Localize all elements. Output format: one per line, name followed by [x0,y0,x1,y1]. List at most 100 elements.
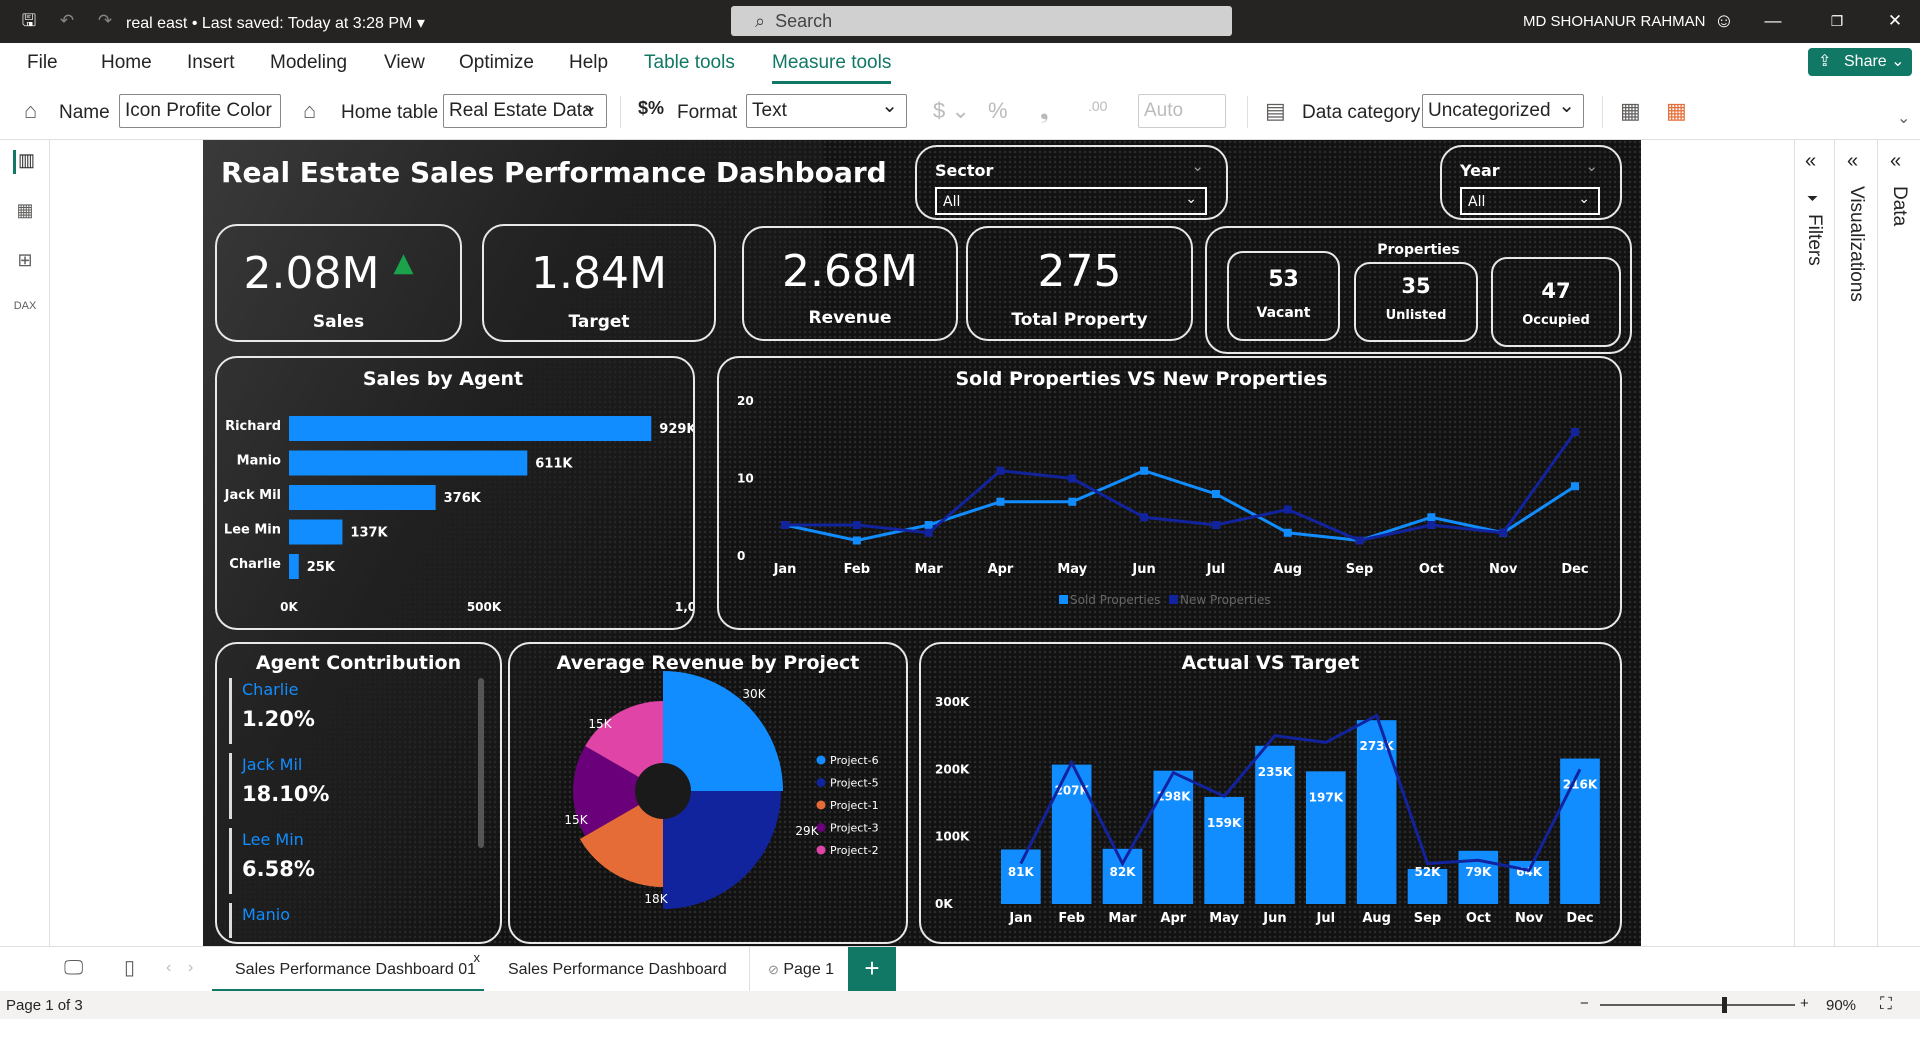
file-name[interactable]: real east • Last saved: Today at 3:28 PM… [126,13,425,33]
scrollbar[interactable] [478,678,484,848]
tab-view[interactable]: View [384,52,425,74]
zoom-slider-thumb[interactable] [1722,997,1727,1013]
data-category-select[interactable]: Uncategorized [1422,90,1584,128]
actual-vs-target-card[interactable]: Actual VS Target 0K 100K 200K 300K 81K Jan 207… [919,642,1622,944]
undo-icon[interactable]: ↶ [56,10,78,32]
agent-contribution-item[interactable]: Manio [229,903,469,938]
tab-measure-tools[interactable]: Measure tools [772,52,892,84]
dax-query-icon[interactable]: DAX [13,300,37,324]
prev-page-icon[interactable]: ‹ [166,959,171,977]
model-view-icon[interactable]: ⊞ [13,250,37,274]
agent-contribution-item[interactable]: Lee Min 6.58% [229,828,469,894]
year-slicer[interactable]: Year ⌄ All ⌄ [1440,145,1622,220]
report-view-icon[interactable]: ▥ [13,150,37,174]
chevron-down-icon[interactable]: ⌄ [1585,157,1598,175]
page-tab-dashboard-02[interactable]: Sales Performance Dashboard 02 [484,947,750,1023]
desktop-layout-icon[interactable]: 🖵 [64,957,83,980]
data-category-icon: ▤ [1265,98,1286,123]
tab-help[interactable]: Help [569,52,608,74]
visualizations-pane[interactable]: « Visualizations [1834,140,1877,946]
legend-label: Project-6 [830,754,879,767]
decimal-places-field[interactable]: Auto [1138,94,1226,128]
currency-icon[interactable]: $ ⌄ [933,98,970,124]
legend-swatch [816,845,826,855]
expand-icon[interactable]: « [1890,150,1901,173]
agent-contribution-list[interactable]: Charlie 1.20% Jack Mil 18.10% Lee Min 6.58% Ma… [229,678,479,938]
x-tick-label: Oct [1419,562,1444,577]
search-input[interactable]: ⌕ Search [731,6,1232,36]
page-tab-page-1[interactable]: ⊘ Page 1 [750,947,848,992]
tab-optimize[interactable]: Optimize [459,52,534,74]
format-select[interactable]: Text [746,90,907,128]
percent-icon[interactable]: % [988,98,1008,124]
chevron-down-icon[interactable]: ⌄ [1191,157,1204,175]
unlisted-card[interactable]: 35 Unlisted [1354,262,1478,342]
total-property-kpi-card[interactable]: 275 Total Property [966,226,1193,341]
series-point [1571,482,1579,491]
unlisted-value: 35 [1401,274,1431,298]
series-point [1140,513,1149,522]
mobile-layout-icon[interactable]: ▯ [124,955,135,980]
expand-icon[interactable]: « [1847,150,1858,173]
avatar-icon[interactable]: ☺ [1713,10,1735,32]
data-label: Data [1889,186,1910,227]
agent-contribution-title: Agent Contribution [255,652,462,674]
bar-value-label: 235K [1258,765,1293,779]
sales-by-agent-card[interactable]: Sales by Agent Richard 929K Manio 611K Jack … [215,356,695,630]
agent-name-label: Jack Mil [224,488,281,503]
tab-insert[interactable]: Insert [187,52,235,74]
collapse-ribbon-icon[interactable]: ⌄ [1897,108,1910,128]
sector-dropdown[interactable]: All ⌄ [935,187,1207,215]
revenue-kpi-card[interactable]: 2.68M Revenue [742,226,958,341]
name-field[interactable]: Icon Profite Color [119,94,281,128]
home-table-select[interactable]: Real Estate Data [443,90,607,128]
tab-table-tools[interactable]: Table tools [644,52,735,74]
save-icon[interactable]: 🖫 [18,10,40,32]
agent-contribution-item[interactable]: Jack Mil 18.10% [229,753,469,819]
close-tab-icon[interactable]: x [474,935,481,980]
legend-swatch [816,800,826,810]
restore-icon[interactable]: ❐ [1826,10,1848,32]
sold-vs-new-card[interactable]: Sold Properties VS New Properties 0 10 20 J… [717,356,1622,630]
avg-revenue-chart: 30K 29K 18K 15K 15K Project-6 Project-5 Project… [564,671,879,909]
zoom-slider[interactable] [1600,1004,1795,1006]
x-tick-label: Jun [1131,562,1155,577]
calculator-icon[interactable]: ▦ [1620,98,1641,124]
comma-icon[interactable]: ❟ [1040,98,1049,124]
filters-pane[interactable]: « ⏷ Filters [1794,140,1834,946]
share-button[interactable]: ⇪ Share ⌄ [1808,48,1912,76]
sales-kpi-card[interactable]: 2.08M ▲ Sales [215,224,462,342]
format-label: Format [677,102,738,123]
decimal-icon[interactable]: .00 [1088,98,1107,114]
expand-icon[interactable]: « [1805,150,1816,173]
format-icon: $% [638,98,665,118]
tab-file[interactable]: File [27,52,58,74]
year-dropdown[interactable]: All ⌄ [1460,187,1600,215]
fit-to-page-icon[interactable]: ⛶ [1880,994,1892,1014]
zoom-out-button[interactable]: − [1580,995,1589,1012]
agent-contribution-card[interactable]: Agent Contribution Charlie 1.20% Jack Mil 1… [215,642,502,944]
page-tab-dashboard-01[interactable]: Sales Performance Dashboard 01 x [212,947,484,992]
agent-contribution-value: 6.58% [242,857,315,881]
zoom-in-button[interactable]: + [1800,995,1809,1012]
tag-icon: ⌂ [24,98,38,123]
target-kpi-card[interactable]: 1.84M Target [482,224,716,342]
avg-revenue-card[interactable]: Average Revenue by Project 30K 29K 18K 15K 1… [508,642,908,944]
user-name[interactable]: MD SHOHANUR RAHMAN [1523,13,1706,30]
table-view-icon[interactable]: ▦ [13,200,37,224]
minimize-icon[interactable]: — [1762,10,1784,32]
sector-slicer[interactable]: Sector ⌄ All ⌄ [915,145,1228,220]
tab-modeling[interactable]: Modeling [270,52,347,74]
close-icon[interactable]: ✕ [1884,10,1906,32]
add-page-button[interactable]: + [848,947,896,992]
bar-value-label: 81K [1008,865,1035,879]
agent-contribution-item[interactable]: Charlie 1.20% [229,678,469,744]
data-pane[interactable]: « Data [1877,140,1920,946]
vacant-card[interactable]: 53 Vacant [1227,251,1340,341]
tab-home[interactable]: Home [101,52,152,74]
next-page-icon[interactable]: › [188,959,193,977]
redo-icon[interactable]: ↷ [94,10,116,32]
quick-measure-icon[interactable]: ▦ [1666,98,1687,124]
occupied-card[interactable]: 47 Occupied [1491,257,1621,347]
year-label: Year [1460,161,1500,180]
